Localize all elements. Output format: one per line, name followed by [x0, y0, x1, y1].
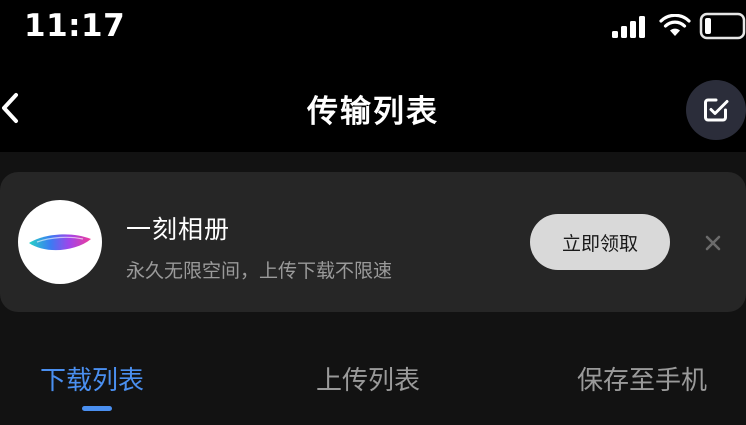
promo-description: 永久无限空间，上传下载不限速 — [126, 260, 393, 282]
active-tab-indicator — [82, 406, 112, 411]
cellular-signal-icon — [612, 16, 645, 38]
tab-upload-list[interactable]: 上传列表 — [316, 360, 420, 397]
checkbox-edit-icon — [704, 98, 729, 122]
status-time: 11:17 — [24, 8, 126, 44]
claim-now-button[interactable]: 立即领取 — [530, 214, 670, 270]
page-title: 传输列表 — [307, 94, 439, 130]
wifi-icon — [659, 14, 691, 36]
edit-button[interactable] — [686, 80, 746, 140]
tab-download-list[interactable]: 下载列表 — [40, 360, 144, 397]
status-bar: 11:17 — [0, 0, 746, 56]
app-logo — [18, 200, 102, 284]
transfer-content: 一刻相册 永久无限空间，上传下载不限速 立即领取 下载列表 上传列表 保存至手机 — [0, 152, 746, 425]
promo-banner[interactable]: 一刻相册 永久无限空间，上传下载不限速 立即领取 — [0, 172, 746, 312]
promo-app-name: 一刻相册 — [126, 215, 231, 244]
battery-icon — [699, 12, 746, 40]
tab-save-to-phone[interactable]: 保存至手机 — [577, 360, 707, 397]
app-logo-icon — [29, 234, 91, 251]
close-promo-button[interactable] — [700, 230, 726, 256]
close-icon — [705, 235, 721, 251]
nav-bar: 传输列表 — [0, 60, 746, 152]
